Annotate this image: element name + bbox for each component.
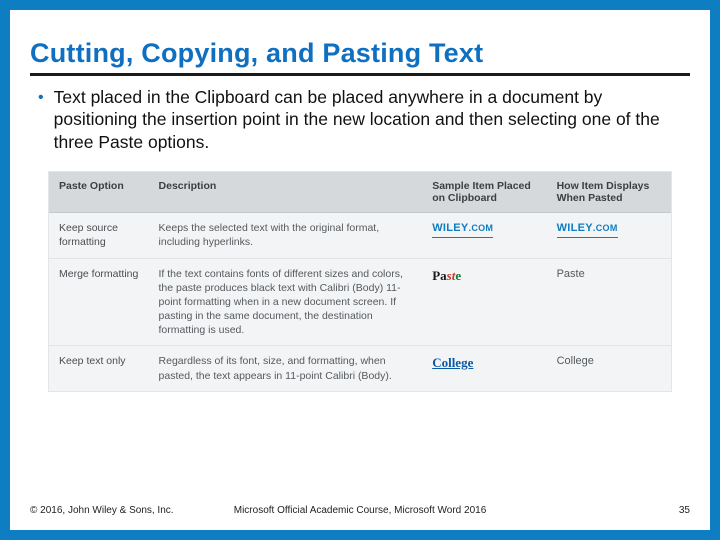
cell-option: Keep text only — [49, 346, 149, 391]
cell-sample: Paste — [422, 258, 546, 346]
course-title: Microsoft Official Academic Course, Micr… — [30, 505, 690, 516]
bullet-item: • Text placed in the Clipboard can be pl… — [30, 86, 690, 163]
cell-display: College — [547, 346, 671, 391]
mixed-p3: e — [455, 268, 461, 283]
cell-sample: WILEY.COM — [422, 213, 546, 258]
col-header-option: Paste Option — [49, 172, 149, 213]
cell-display: WILEY.COM — [547, 213, 671, 258]
slide-frame: Cutting, Copying, and Pasting Text • Tex… — [0, 0, 720, 540]
col-header-display: How Item Displays When Pasted — [547, 172, 671, 213]
wiley-brand: WILEY — [557, 222, 593, 234]
mixed-font-sample: Paste — [432, 268, 461, 283]
cell-option: Merge formatting — [49, 258, 149, 346]
cell-option: Keep source formatting — [49, 213, 149, 258]
table-row: Keep source formatting Keeps the selecte… — [49, 213, 671, 258]
col-header-sample: Sample Item Placed on Clipboard — [422, 172, 546, 213]
table-row: Merge formatting If the text contains fo… — [49, 258, 671, 346]
col-header-description: Description — [149, 172, 423, 213]
cell-sample: College — [422, 346, 546, 391]
plain-result: College — [557, 355, 594, 367]
slide-footer: © 2016, John Wiley & Sons, Inc. Microsof… — [30, 505, 690, 516]
cell-display: Paste — [547, 258, 671, 346]
wiley-suffix: .COM — [469, 223, 494, 233]
cell-description: Regardless of its font, size, and format… — [149, 346, 423, 391]
college-styled-sample: College — [432, 355, 473, 370]
table-row: Keep text only Regardless of its font, s… — [49, 346, 671, 391]
wiley-brand: WILEY — [432, 222, 468, 234]
table-header-row: Paste Option Description Sample Item Pla… — [49, 172, 671, 213]
slide-title: Cutting, Copying, and Pasting Text — [30, 38, 690, 69]
cell-description: Keeps the selected text with the origina… — [149, 213, 423, 258]
wiley-suffix: .COM — [593, 223, 618, 233]
cell-description: If the text contains fonts of different … — [149, 258, 423, 346]
paste-options-table: Paste Option Description Sample Item Pla… — [48, 171, 672, 392]
bullet-text: Text placed in the Clipboard can be plac… — [54, 86, 686, 153]
wiley-logo-icon: WILEY.COM — [557, 221, 618, 238]
slide-body: Cutting, Copying, and Pasting Text • Tex… — [10, 10, 710, 530]
mixed-p2: st — [447, 268, 456, 283]
bullet-icon: • — [38, 87, 44, 109]
title-underline — [30, 73, 690, 76]
wiley-logo-icon: WILEY.COM — [432, 221, 493, 238]
mixed-p1: Pa — [432, 268, 446, 283]
plain-result: Paste — [557, 268, 585, 280]
